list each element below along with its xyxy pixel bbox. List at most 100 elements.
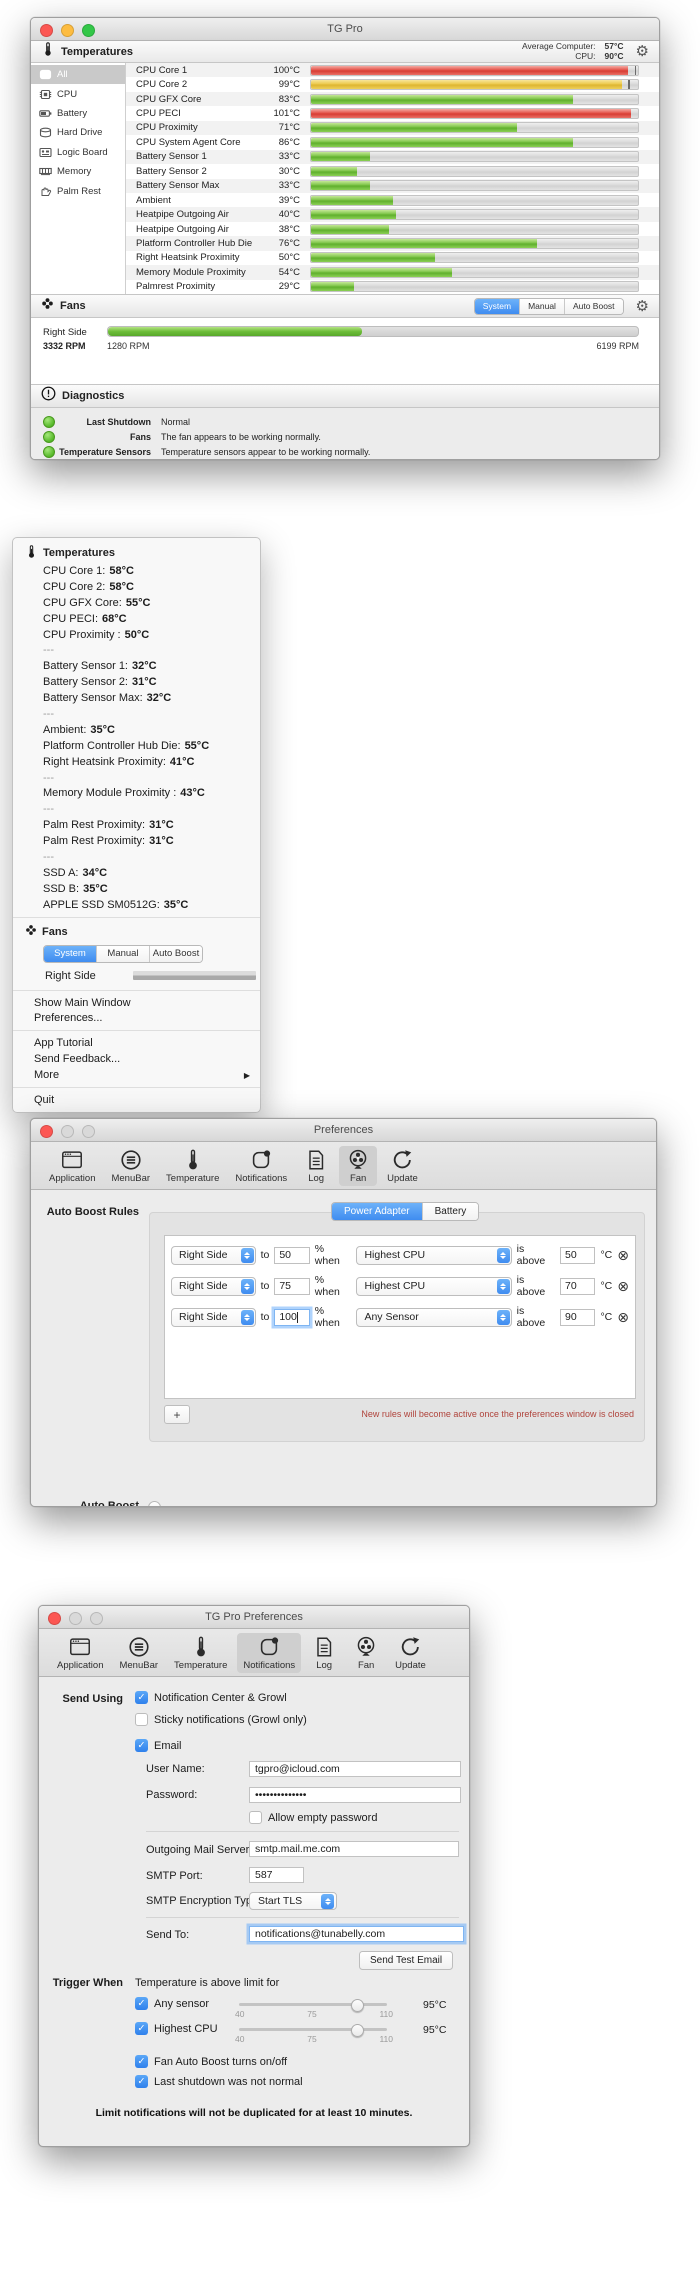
toolbar-tab-update[interactable]: Update xyxy=(381,1146,424,1186)
sensor-row[interactable]: Memory Module Proximity 54°C xyxy=(126,265,659,279)
main-titlebar[interactable]: TG Pro xyxy=(31,18,659,41)
sidebar-item-battery[interactable]: Battery xyxy=(31,104,125,123)
fan-mode-auto-boost[interactable]: Auto Boost xyxy=(150,946,202,962)
rule-percent-input[interactable]: 50 xyxy=(274,1247,309,1264)
toolbar-tab-update[interactable]: Update xyxy=(389,1633,432,1673)
rule-sensor-dropdown[interactable]: Highest CPU xyxy=(356,1277,511,1296)
trigger-limit-slider[interactable] xyxy=(239,2028,387,2031)
sensor-row[interactable]: CPU Core 1 100°C xyxy=(126,63,659,77)
allow-empty-password-checkbox[interactable] xyxy=(249,1811,262,1824)
rule-fan-dropdown[interactable]: Right Side xyxy=(171,1246,256,1265)
user-name-input[interactable]: tgpro@icloud.com xyxy=(249,1761,461,1777)
checkbox-any-sensor[interactable]: ✓ xyxy=(135,1997,148,2010)
close-button[interactable] xyxy=(48,1612,61,1625)
smtp-port-input[interactable]: 587 xyxy=(249,1867,304,1883)
sensor-row[interactable]: Heatpipe Outgoing Air 40°C xyxy=(126,207,659,221)
remove-rule-button[interactable]: ⊗ xyxy=(617,1279,629,1293)
temperatures-settings-gear-icon[interactable]: ⚙ xyxy=(636,44,649,59)
toolbar-tab-fan[interactable]: Fan xyxy=(339,1146,377,1186)
minimize-button[interactable] xyxy=(61,1125,74,1138)
remove-rule-button[interactable]: ⊗ xyxy=(617,1310,629,1324)
rule-sensor-dropdown[interactable]: Highest CPU xyxy=(356,1246,511,1265)
fan-mode-system[interactable]: System xyxy=(44,946,97,962)
close-button[interactable] xyxy=(40,24,53,37)
remove-rule-button[interactable]: ⊗ xyxy=(617,1248,629,1262)
password-input[interactable]: •••••••••••••• xyxy=(249,1787,461,1803)
sensor-row[interactable]: Battery Sensor 1 33°C xyxy=(126,150,659,164)
sensor-bar-fill xyxy=(311,152,370,161)
power-tab-power-adapter[interactable]: Power Adapter xyxy=(332,1203,423,1220)
sensor-row[interactable]: CPU Core 2 99°C xyxy=(126,77,659,91)
toolbar-tab-log[interactable]: Log xyxy=(297,1146,335,1186)
sidebar-item-palm-rest[interactable]: Palm Rest xyxy=(31,181,125,200)
menu-item-preferences[interactable]: Preferences... xyxy=(13,1010,260,1026)
sidebar-item-logic-board[interactable]: Logic Board xyxy=(31,143,125,162)
send-test-email-button[interactable]: Send Test Email xyxy=(359,1951,453,1970)
zoom-button[interactable] xyxy=(82,24,95,37)
toolbar-tab-log[interactable]: Log xyxy=(305,1633,343,1673)
toolbar-tab-application[interactable]: Application xyxy=(51,1633,109,1673)
fan-mode-system[interactable]: System xyxy=(475,299,520,314)
sensor-row[interactable]: CPU System Agent Core 86°C xyxy=(126,135,659,149)
rule-temp-input[interactable]: 50 xyxy=(560,1247,595,1264)
close-button[interactable] xyxy=(40,1125,53,1138)
checkbox-highest-cpu[interactable]: ✓ xyxy=(135,2022,148,2035)
toolbar-tab-temperature[interactable]: Temperature xyxy=(168,1633,233,1673)
sensor-row[interactable]: Ambient 39°C xyxy=(126,193,659,207)
sensor-row[interactable]: Heatpipe Outgoing Air 38°C xyxy=(126,222,659,236)
rule-percent-input[interactable]: 100 xyxy=(274,1309,309,1326)
fan-mode-auto-boost[interactable]: Auto Boost xyxy=(565,299,623,314)
menu-item-app-tutorial[interactable]: App Tutorial xyxy=(13,1035,260,1051)
send-to-input[interactable]: notifications@tunabelly.com xyxy=(249,1926,464,1942)
fanpref-titlebar[interactable]: Preferences xyxy=(31,1119,656,1142)
minimize-button[interactable] xyxy=(61,24,74,37)
rule-temp-input[interactable]: 70 xyxy=(560,1278,595,1295)
checkbox-last-shutdown-was-not-normal[interactable]: ✓ xyxy=(135,2075,148,2088)
toolbar-tab-menubar[interactable]: MenuBar xyxy=(105,1146,156,1186)
toolbar-tab-notifications[interactable]: Notifications xyxy=(237,1633,301,1673)
sensor-row[interactable]: Platform Controller Hub Die 76°C xyxy=(126,236,659,250)
menu-item-send-feedback[interactable]: Send Feedback... xyxy=(13,1051,260,1067)
sidebar-item-all[interactable]: All xyxy=(31,65,125,84)
sidebar-item-hard-drive[interactable]: Hard Drive xyxy=(31,123,125,142)
sensor-row[interactable]: Palmrest Proximity 29°C xyxy=(126,280,659,294)
smtp-encryption-dropdown[interactable]: Start TLS xyxy=(249,1892,337,1910)
rule-sensor-dropdown[interactable]: Any Sensor xyxy=(356,1308,511,1327)
checkbox-notification-center-growl[interactable]: ✓ xyxy=(135,1691,148,1704)
fan-mode-manual[interactable]: Manual xyxy=(97,946,150,962)
rule-temp-input[interactable]: 90 xyxy=(560,1309,595,1326)
checkbox-sticky-notifications-growl-only-[interactable] xyxy=(135,1713,148,1726)
zoom-button[interactable] xyxy=(82,1125,95,1138)
toolbar-tab-fan[interactable]: Fan xyxy=(347,1633,385,1673)
checkbox-email[interactable]: ✓ xyxy=(135,1739,148,1752)
menu-item-show-main-window[interactable]: Show Main Window xyxy=(13,995,260,1011)
minimize-button[interactable] xyxy=(69,1612,82,1625)
power-tab-battery[interactable]: Battery xyxy=(423,1203,479,1220)
zoom-button[interactable] xyxy=(90,1612,103,1625)
gradual-time-slider-thumb[interactable] xyxy=(148,1501,161,1507)
menu-item-more[interactable]: More▶ xyxy=(13,1067,260,1083)
rule-fan-dropdown[interactable]: Right Side xyxy=(171,1308,256,1327)
trigger-limit-slider[interactable] xyxy=(239,2003,387,2006)
sensor-row[interactable]: CPU Proximity 71°C xyxy=(126,121,659,135)
rule-percent-input[interactable]: 75 xyxy=(274,1278,309,1295)
fan-settings-gear-icon[interactable]: ⚙ xyxy=(636,299,649,314)
toolbar-tab-application[interactable]: Application xyxy=(43,1146,101,1186)
sensor-row[interactable]: CPU PECI 101°C xyxy=(126,106,659,120)
sensor-row[interactable]: Battery Sensor Max 33°C xyxy=(126,179,659,193)
outgoing-mail-server-input[interactable]: smtp.mail.me.com xyxy=(249,1841,459,1857)
sidebar-item-cpu[interactable]: CPU xyxy=(31,84,125,103)
sidebar-item-memory[interactable]: Memory xyxy=(31,162,125,181)
rule-fan-dropdown[interactable]: Right Side xyxy=(171,1277,256,1296)
checkbox-fan-auto-boost-turns-on-off[interactable]: ✓ xyxy=(135,2055,148,2068)
sensor-row[interactable]: Battery Sensor 2 30°C xyxy=(126,164,659,178)
notifpref-titlebar[interactable]: TG Pro Preferences xyxy=(39,1606,469,1629)
sensor-row[interactable]: Right Heatsink Proximity 50°C xyxy=(126,251,659,265)
add-rule-button[interactable]: + xyxy=(164,1405,190,1424)
toolbar-tab-temperature[interactable]: Temperature xyxy=(160,1146,225,1186)
sensor-row[interactable]: CPU GFX Core 83°C xyxy=(126,92,659,106)
menu-item-quit[interactable]: Quit xyxy=(13,1092,260,1108)
toolbar-tab-notifications[interactable]: Notifications xyxy=(229,1146,293,1186)
toolbar-tab-menubar[interactable]: MenuBar xyxy=(113,1633,164,1673)
fan-mode-manual[interactable]: Manual xyxy=(520,299,565,314)
